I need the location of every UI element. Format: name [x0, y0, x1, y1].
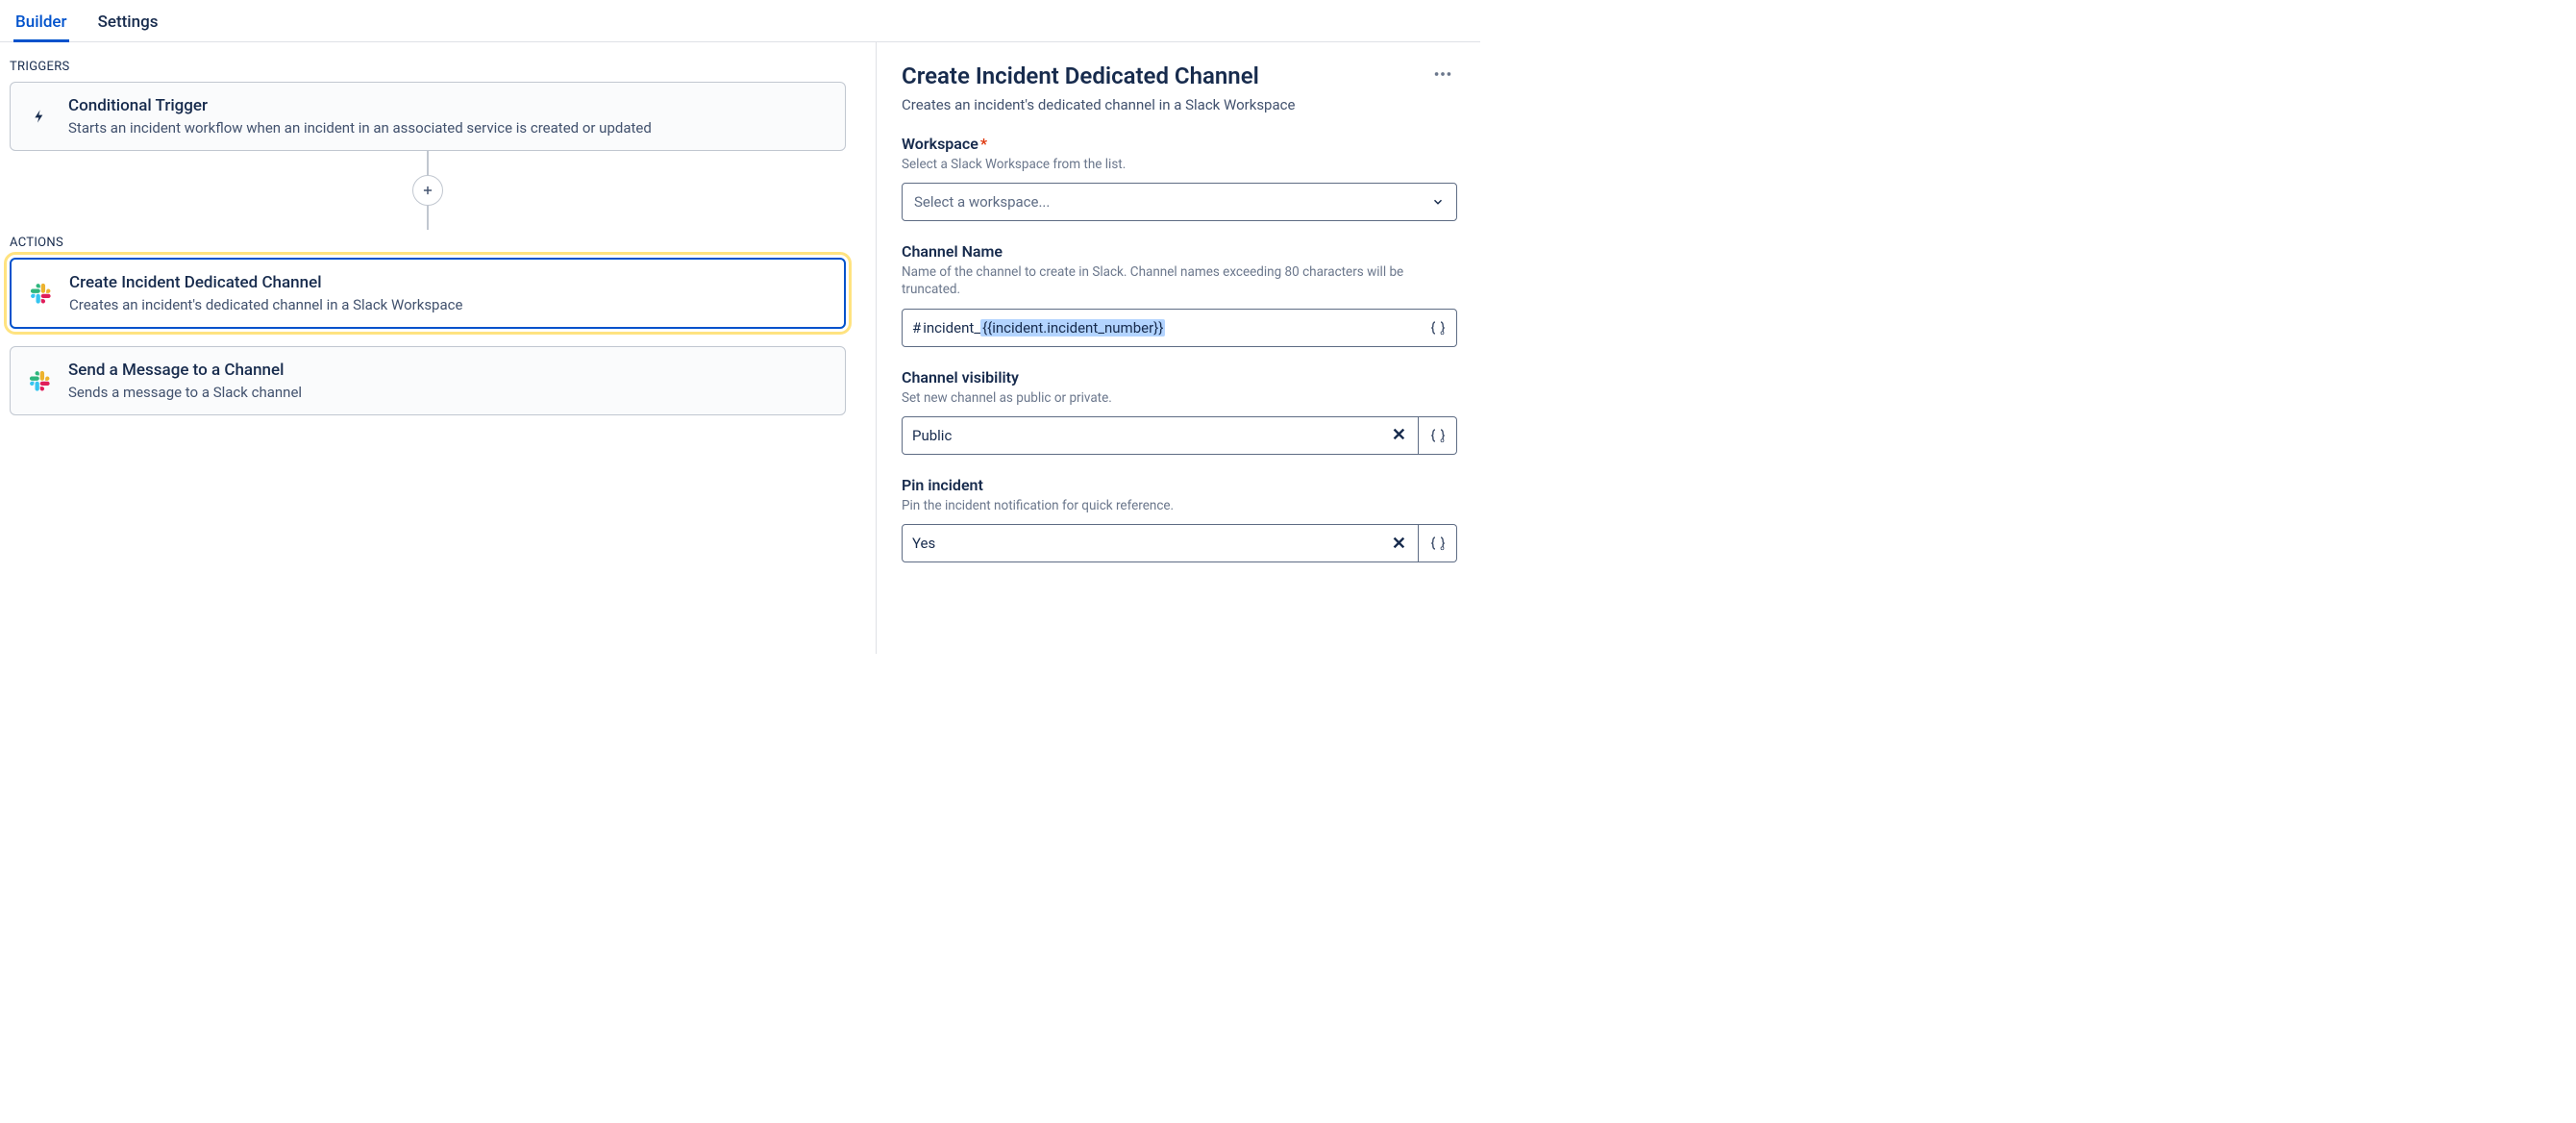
field-pin: Pin incident Pin the incident notificati…	[902, 476, 1457, 562]
field-help: Name of the channel to create in Slack. …	[902, 263, 1457, 298]
trigger-card[interactable]: Conditional Trigger Starts an incident w…	[10, 82, 846, 151]
section-label-triggers: TRIGGERS	[10, 60, 866, 74]
section-label-actions: ACTIONS	[10, 236, 866, 250]
field-channel-name: Channel Name Name of the channel to crea…	[902, 242, 1457, 346]
insert-variable-button[interactable]	[1419, 416, 1457, 455]
panel-sub: Creates an incident's dedicated channel …	[902, 96, 1457, 113]
more-menu-button[interactable]	[1428, 60, 1457, 92]
pin-value: Yes	[912, 535, 935, 552]
visibility-select[interactable]: Public ✕	[902, 416, 1419, 455]
slack-icon	[28, 369, 51, 392]
bolt-icon	[28, 105, 51, 128]
field-visibility: Channel visibility Set new channel as pu…	[902, 368, 1457, 455]
required-indicator: *	[980, 135, 987, 153]
tab-settings[interactable]: Settings	[96, 12, 161, 41]
field-help: Pin the incident notification for quick …	[902, 497, 1457, 514]
field-help: Set new channel as public or private.	[902, 389, 1457, 407]
action-sub: Creates an incident's dedicated channel …	[69, 296, 462, 313]
action-title: Send a Message to a Channel	[68, 361, 302, 380]
workspace-select[interactable]: Select a workspace...	[902, 183, 1457, 221]
tab-builder[interactable]: Builder	[13, 12, 69, 41]
field-label: Channel Name	[902, 242, 1457, 261]
action-card-send-message[interactable]: Send a Message to a Channel Sends a mess…	[10, 346, 846, 415]
details-panel: Create Incident Dedicated Channel Create…	[877, 42, 1480, 654]
field-label: Workspace*	[902, 135, 1457, 153]
variable-token: {{incident.incident_number}}	[980, 319, 1165, 337]
chevron-down-icon	[1431, 195, 1445, 209]
action-sub: Sends a message to a Slack channel	[68, 384, 302, 401]
action-card-create-channel[interactable]: Create Incident Dedicated Channel Create…	[10, 258, 846, 329]
trigger-sub: Starts an incident workflow when an inci…	[68, 119, 652, 137]
field-label: Channel visibility	[902, 368, 1457, 387]
workflow-canvas: TRIGGERS Conditional Trigger Starts an i…	[0, 42, 877, 654]
channel-name-input[interactable]: # incident_{{incident.incident_number}}	[902, 309, 1457, 347]
field-label: Pin incident	[902, 476, 1457, 494]
channel-name-value: incident_{{incident.incident_number}}	[923, 319, 1427, 337]
action-title: Create Incident Dedicated Channel	[69, 273, 462, 292]
clear-button[interactable]: ✕	[1390, 534, 1408, 554]
clear-button[interactable]: ✕	[1390, 425, 1408, 445]
connector	[10, 151, 846, 230]
tabs-bar: Builder Settings	[0, 0, 1480, 42]
select-placeholder: Select a workspace...	[914, 193, 1050, 211]
hash-prefix: #	[912, 319, 921, 337]
insert-variable-button[interactable]	[1427, 317, 1449, 338]
visibility-value: Public	[912, 427, 952, 444]
pin-select[interactable]: Yes ✕	[902, 524, 1419, 562]
add-step-button[interactable]	[412, 175, 443, 206]
slack-icon	[29, 282, 52, 305]
trigger-title: Conditional Trigger	[68, 96, 652, 115]
panel-title: Create Incident Dedicated Channel	[902, 62, 1259, 89]
field-workspace: Workspace* Select a Slack Workspace from…	[902, 135, 1457, 221]
insert-variable-button[interactable]	[1419, 524, 1457, 562]
field-help: Select a Slack Workspace from the list.	[902, 156, 1457, 173]
